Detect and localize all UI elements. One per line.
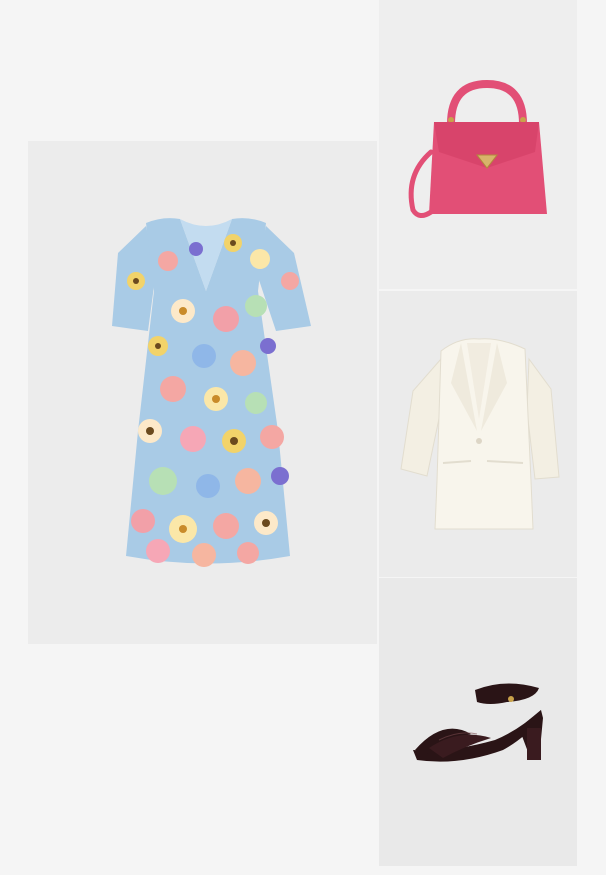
product-tile-handbag[interactable] [379, 0, 577, 289]
product-tile-dress[interactable] [28, 141, 377, 644]
white-blazer-icon [400, 338, 560, 530]
floral-dress-icon [112, 218, 311, 567]
product-tile-sandal[interactable] [379, 578, 577, 866]
black-heeled-sandal-icon [413, 683, 543, 762]
product-tile-blazer[interactable] [379, 291, 577, 577]
pink-handbag-icon [408, 79, 547, 218]
